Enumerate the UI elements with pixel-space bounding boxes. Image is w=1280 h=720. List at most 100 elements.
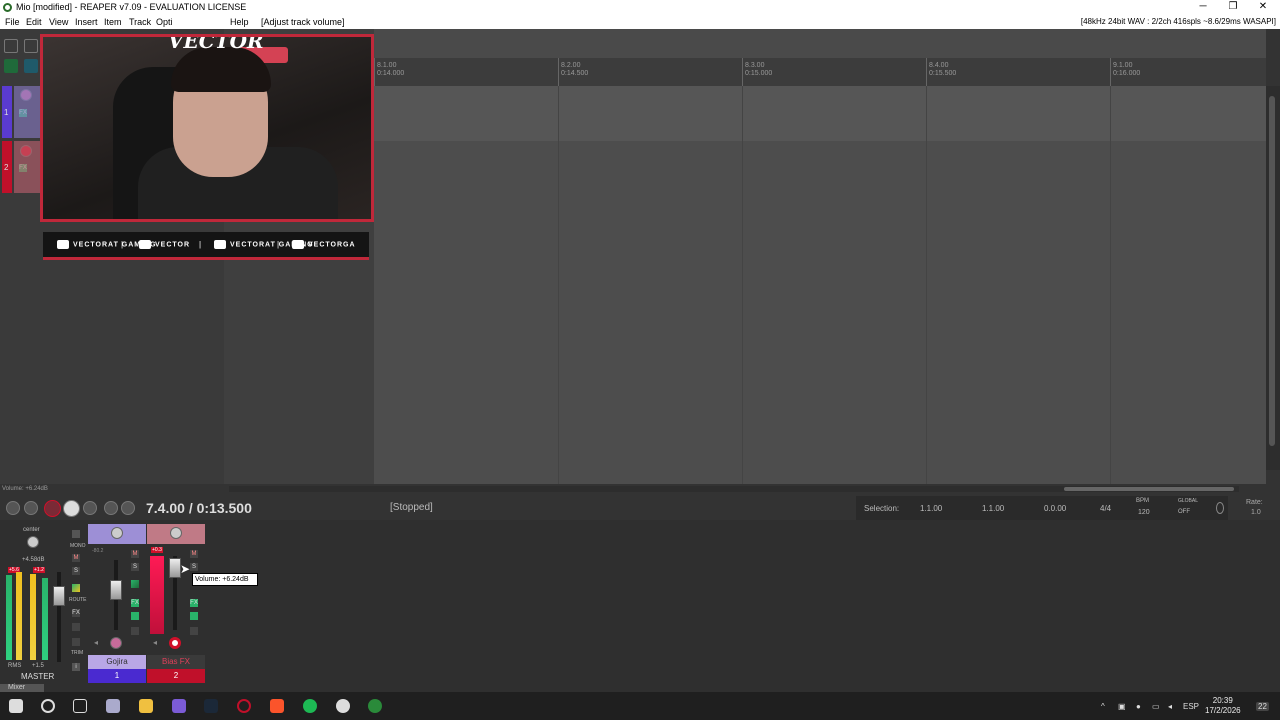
restore-button[interactable]: ❐ xyxy=(1220,0,1246,15)
windows-start-icon[interactable] xyxy=(9,699,23,713)
master-phase-button[interactable] xyxy=(72,638,80,646)
menu-file[interactable]: File xyxy=(5,17,20,27)
horizontal-scrollbar[interactable] xyxy=(229,486,1239,492)
tray-chevron-icon[interactable]: ^ xyxy=(1101,702,1105,711)
loop-toggle-button[interactable] xyxy=(83,501,97,515)
info-icon[interactable]: i xyxy=(72,663,80,671)
menu-track[interactable]: Track xyxy=(129,17,151,27)
record-button[interactable] xyxy=(44,500,61,517)
track-1-pan-knob[interactable] xyxy=(111,527,123,539)
network-icon[interactable]: ▭ xyxy=(1152,702,1160,711)
track-2-name[interactable]: Bias FX xyxy=(147,655,205,669)
track-2-lane[interactable] xyxy=(374,141,1266,484)
taskbar-clock[interactable]: 20:39 17/2/2026 xyxy=(1205,696,1241,716)
timeline-ruler[interactable]: 8.1.00 0:14.000 8.2.00 0:14.500 8.3.00 0:15… xyxy=(374,58,1266,86)
obs-icon[interactable] xyxy=(336,699,350,713)
track-2-peak-readout: +0.3 xyxy=(151,547,163,553)
scrollbar-thumb[interactable] xyxy=(1064,487,1234,491)
discord-icon[interactable] xyxy=(172,699,186,713)
tray-app-icon[interactable]: ▣ xyxy=(1118,702,1126,711)
master-fx-bypass-button[interactable] xyxy=(72,623,80,631)
master-mute-button[interactable]: M xyxy=(72,554,80,562)
track-1-fader[interactable] xyxy=(110,580,122,600)
steam-icon[interactable] xyxy=(204,699,218,713)
close-button[interactable]: ✕ xyxy=(1250,0,1276,15)
master-solo-button[interactable]: S xyxy=(72,567,80,575)
trim-label[interactable]: TRIM xyxy=(71,650,83,656)
stop-button[interactable] xyxy=(104,501,118,515)
vertical-scrollbar[interactable] xyxy=(1266,86,1280,470)
selection-length[interactable]: 0.0.00 xyxy=(1044,504,1066,513)
volume-icon[interactable]: ◂ xyxy=(1168,702,1172,711)
master-io-button[interactable] xyxy=(72,530,80,538)
file-manager-icon[interactable] xyxy=(106,699,120,713)
route-label[interactable]: ROUTE xyxy=(69,597,87,603)
track-1-panel[interactable] xyxy=(14,86,40,138)
track-2-fx-power-icon[interactable] xyxy=(190,612,198,620)
skip-back-button[interactable] xyxy=(24,501,38,515)
folder-icon[interactable] xyxy=(139,699,153,713)
global-state[interactable]: OFF xyxy=(1178,509,1190,515)
microphone-icon[interactable]: ● xyxy=(1136,702,1141,711)
track-2-solo-button[interactable]: S xyxy=(190,563,198,571)
master-fx-button[interactable]: FX xyxy=(72,609,80,617)
track-1-env-button[interactable] xyxy=(131,580,139,588)
menu-item[interactable]: Item xyxy=(104,17,122,27)
master-fader[interactable] xyxy=(53,586,65,606)
grid-icon[interactable] xyxy=(4,59,18,73)
menu-insert[interactable]: Insert xyxy=(75,17,98,27)
pause-button[interactable] xyxy=(121,501,135,515)
new-file-icon[interactable] xyxy=(4,39,18,53)
mono-label[interactable]: MONO xyxy=(70,543,86,549)
opera-icon[interactable] xyxy=(237,699,251,713)
track-1-name[interactable]: Gojira xyxy=(88,655,146,669)
notification-badge[interactable]: 22 xyxy=(1256,702,1269,711)
track-1-record-arm-icon[interactable] xyxy=(110,637,122,649)
track-2-mixer-number[interactable]: 2 xyxy=(147,669,205,683)
position-display[interactable]: 7.4.00 / 0:13.500 xyxy=(146,500,252,516)
track-2-panel[interactable] xyxy=(14,141,40,193)
search-icon[interactable] xyxy=(41,699,55,713)
mouse-cursor-icon: ➤ xyxy=(180,562,191,576)
loop-icon[interactable] xyxy=(24,59,38,73)
track-1-solo-button[interactable]: S xyxy=(131,563,139,571)
play-button[interactable] xyxy=(63,500,80,517)
go-to-start-button[interactable] xyxy=(6,501,20,515)
minimize-button[interactable]: ─ xyxy=(1190,0,1216,15)
window-title: Mio [modified] - REAPER v7.09 - EVALUATI… xyxy=(16,2,247,12)
track-1-lane[interactable] xyxy=(374,86,1266,141)
time-signature[interactable]: 4/4 xyxy=(1100,504,1111,513)
menu-view[interactable]: View xyxy=(49,17,68,27)
track-1-mute-button[interactable]: M xyxy=(131,550,139,558)
menu-options[interactable]: Opti xyxy=(156,17,173,27)
scrollbar-thumb[interactable] xyxy=(1269,96,1275,446)
upload-icon[interactable] xyxy=(24,39,38,53)
track-2-record-arm-icon[interactable] xyxy=(169,637,181,649)
task-view-icon[interactable] xyxy=(73,699,87,713)
menu-edit[interactable]: Edit xyxy=(26,17,42,27)
track-1-fx-mixer-button[interactable]: FX xyxy=(131,599,139,607)
spotify-icon[interactable] xyxy=(303,699,317,713)
selection-end[interactable]: 1.1.00 xyxy=(982,504,1004,513)
track-1-fx-power-icon[interactable] xyxy=(131,612,139,620)
rate-label: Rate: xyxy=(1246,499,1263,506)
rate-value[interactable]: 1.0 xyxy=(1251,509,1261,516)
bpm-value[interactable]: 120 xyxy=(1138,509,1150,516)
master-pan-knob[interactable] xyxy=(27,536,39,548)
menu-help[interactable]: Help xyxy=(230,17,249,27)
language-indicator[interactable]: ESP xyxy=(1183,702,1199,711)
rate-knob[interactable] xyxy=(1216,502,1224,514)
track-1-phase-button[interactable] xyxy=(131,627,139,635)
track-1-mixer-number[interactable]: 1 xyxy=(88,669,146,683)
selection-start[interactable]: 1.1.00 xyxy=(920,504,942,513)
brave-icon[interactable] xyxy=(270,699,284,713)
track-1-speaker-icon[interactable]: ◂ xyxy=(94,638,98,647)
master-env-button[interactable] xyxy=(72,584,80,592)
track-2-mute-button[interactable]: M xyxy=(190,550,198,558)
reaper-taskbar-icon[interactable] xyxy=(368,699,382,713)
track-2-phase-button[interactable] xyxy=(190,627,198,635)
track-2-fx-mixer-button[interactable]: FX xyxy=(190,599,198,607)
track-2-speaker-icon[interactable]: ◂ xyxy=(153,638,157,647)
audio-device-status[interactable]: [48kHz 24bit WAV : 2/2ch 416spls ~8.6/29… xyxy=(1081,17,1276,26)
track-2-pan-knob[interactable] xyxy=(170,527,182,539)
